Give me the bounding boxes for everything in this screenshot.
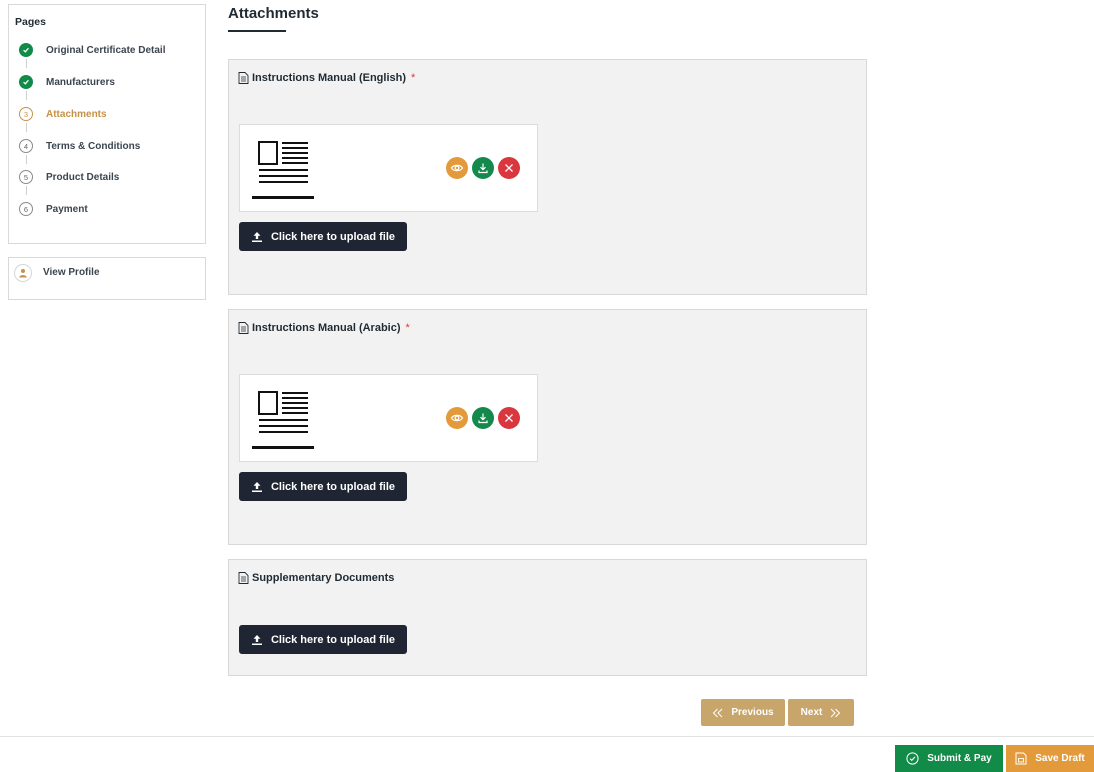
- step-original-certificate-detail[interactable]: Original Certificate Detail: [19, 42, 165, 58]
- upload-icon: [251, 634, 263, 646]
- view-profile-label: View Profile: [43, 267, 100, 278]
- check-icon: [19, 75, 33, 89]
- step-connector: [25, 91, 27, 100]
- close-icon[interactable]: [498, 407, 520, 429]
- card-header: Instructions Manual (English) *: [238, 72, 415, 84]
- file-actions: [446, 157, 520, 179]
- next-label: Next: [800, 707, 823, 718]
- draft-label: Save Draft: [1035, 753, 1085, 764]
- file-actions: [446, 407, 520, 429]
- step-connector: [25, 155, 27, 164]
- previous-button[interactable]: Previous: [701, 699, 785, 726]
- card-title: Instructions Manual (English): [252, 72, 407, 84]
- file-thumbnail: [252, 387, 314, 454]
- step-attachments[interactable]: 3 Attachments: [19, 106, 107, 122]
- document-icon: [238, 72, 249, 84]
- required-mark: *: [411, 72, 416, 84]
- check-circle-icon: [906, 752, 919, 765]
- card-title: Instructions Manual (Arabic): [252, 322, 401, 334]
- step-label: Payment: [46, 203, 88, 215]
- chevrons-right-icon: [829, 708, 841, 718]
- upload-icon: [251, 231, 263, 243]
- step-terms-conditions[interactable]: 4 Terms & Conditions: [19, 138, 140, 154]
- view-profile-link[interactable]: View Profile: [8, 257, 206, 300]
- download-icon[interactable]: [472, 407, 494, 429]
- step-connector: [25, 123, 27, 132]
- step-number: 3: [19, 107, 33, 121]
- upload-button-arabic[interactable]: Click here to upload file: [239, 472, 407, 501]
- upload-button-english[interactable]: Click here to upload file: [239, 222, 407, 251]
- next-button[interactable]: Next: [788, 699, 854, 726]
- check-icon: [19, 43, 33, 57]
- required-mark: *: [405, 322, 410, 334]
- step-connector: [25, 186, 27, 195]
- file-preview: [239, 374, 538, 462]
- previous-label: Previous: [731, 707, 774, 718]
- step-payment[interactable]: 6 Payment: [19, 201, 88, 217]
- upload-icon: [251, 481, 263, 493]
- submit-label: Submit & Pay: [927, 753, 992, 764]
- step-number: 6: [19, 202, 33, 216]
- footer-divider: [0, 736, 1094, 737]
- step-label: Product Details: [46, 171, 120, 183]
- step-label: Original Certificate Detail: [46, 44, 166, 56]
- upload-label: Click here to upload file: [270, 230, 396, 243]
- card-header: Instructions Manual (Arabic) *: [238, 322, 410, 334]
- file-preview: [239, 124, 538, 212]
- document-icon: [238, 322, 249, 334]
- download-icon[interactable]: [472, 157, 494, 179]
- user-icon: [14, 264, 32, 282]
- card-header: Supplementary Documents: [238, 572, 394, 584]
- attachment-card-supplementary: Supplementary Documents Click here to up…: [228, 559, 867, 676]
- attachment-card-english: Instructions Manual (English) * Click he…: [228, 59, 867, 295]
- step-label: Terms & Conditions: [46, 140, 141, 152]
- step-label: Attachments: [46, 108, 107, 120]
- chevrons-left-icon: [712, 708, 724, 718]
- attachment-card-arabic: Instructions Manual (Arabic) * Click her…: [228, 309, 867, 545]
- pages-title: Pages: [15, 16, 46, 28]
- upload-label: Click here to upload file: [270, 480, 396, 493]
- card-title: Supplementary Documents: [252, 572, 395, 584]
- step-product-details[interactable]: 5 Product Details: [19, 169, 119, 185]
- save-draft-button[interactable]: Save Draft: [1006, 745, 1094, 772]
- file-thumbnail: [252, 137, 314, 204]
- pages-panel: Pages Original Certificate Detail Manufa…: [8, 4, 206, 244]
- document-icon: [238, 572, 249, 584]
- step-number: 5: [19, 170, 33, 184]
- step-label: Manufacturers: [46, 76, 115, 88]
- title-underline: [228, 30, 286, 32]
- step-number: 4: [19, 139, 33, 153]
- submit-pay-button[interactable]: Submit & Pay: [895, 745, 1003, 772]
- close-icon[interactable]: [498, 157, 520, 179]
- step-manufacturers[interactable]: Manufacturers: [19, 74, 115, 90]
- save-icon: [1015, 752, 1027, 765]
- upload-label: Click here to upload file: [270, 633, 396, 646]
- eye-icon[interactable]: [446, 407, 468, 429]
- eye-icon[interactable]: [446, 157, 468, 179]
- step-connector: [25, 59, 27, 68]
- upload-button-supplementary[interactable]: Click here to upload file: [239, 625, 407, 654]
- page-title: Attachments: [228, 5, 319, 22]
